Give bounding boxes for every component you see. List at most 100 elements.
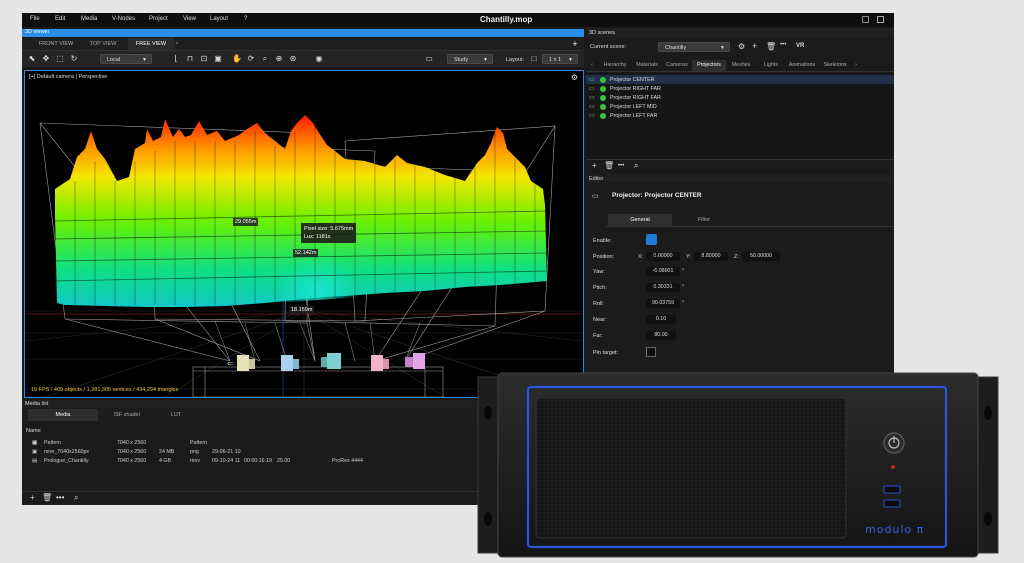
tab-top-view[interactable]: TOP VIEW <box>82 38 124 50</box>
pin-target-checkbox[interactable] <box>646 347 656 357</box>
pixel-info-tooltip: Pixel size: 5.675mm Lux: 1181x <box>301 223 357 243</box>
trash-icon[interactable]: 🗑 <box>604 161 614 170</box>
select-icon[interactable]: ⬉ <box>27 54 37 64</box>
focus-icon[interactable]: ⊛ <box>288 54 298 64</box>
search-icon[interactable]: ⌕ <box>74 493 78 503</box>
tab-materials[interactable]: Materials <box>632 60 662 71</box>
tab-projectors[interactable]: Projectors <box>692 60 726 71</box>
tab-meshes[interactable]: Meshes <box>726 60 756 71</box>
yaw-field[interactable]: -6.08001 <box>646 267 680 276</box>
mode-dropdown[interactable]: Study ▼ <box>447 54 493 64</box>
zoom-fit-icon[interactable]: ⊕ <box>274 54 284 64</box>
menu-edit[interactable]: Edit <box>55 16 65 22</box>
near-field[interactable]: 0.10 <box>646 315 676 324</box>
scene-tabs: ‹ Hierarchy Materials Cameras Projectors… <box>586 60 894 72</box>
position-y-field[interactable]: 8.80000 <box>694 252 728 261</box>
rotate-icon[interactable]: ↻ <box>69 54 79 64</box>
tab-media[interactable]: Media <box>28 409 98 421</box>
chevron-right-icon[interactable]: › <box>852 60 860 71</box>
maximize-icon[interactable] <box>877 16 884 23</box>
far-field[interactable]: 80.00 <box>646 331 676 340</box>
enabled-status-icon[interactable] <box>600 112 606 119</box>
more-icon[interactable]: ••• <box>618 163 624 169</box>
vr-button[interactable]: VR <box>796 43 804 49</box>
media-date: 29-06-21 10 <box>212 449 241 455</box>
add-tab-icon[interactable]: + <box>570 38 580 50</box>
media-name: Prologue_Chantilly <box>44 458 89 464</box>
frame-icon[interactable]: ⊡ <box>199 54 209 64</box>
add-icon[interactable]: + <box>752 41 757 51</box>
search-icon[interactable]: ⌕ <box>634 161 638 171</box>
roll-field[interactable]: 90.03759 <box>646 299 680 308</box>
space-dropdown[interactable]: Local ▼ <box>100 54 152 64</box>
list-item[interactable]: ▭ Projector RIGHT FAR <box>586 93 894 102</box>
trash-icon[interactable]: 🗑 <box>42 493 52 502</box>
tab-cameras[interactable]: Cameras <box>662 60 692 71</box>
gear-icon[interactable]: ⚙ <box>738 42 745 51</box>
measure-label: 29.055m <box>233 218 259 226</box>
tab-isf-shader[interactable]: ISF shader <box>100 409 154 421</box>
pitch-field[interactable]: 0.30331 <box>646 283 680 292</box>
tab-skeletons[interactable]: Skeletons <box>820 60 850 71</box>
tab-front-view[interactable]: FRONT VIEW <box>32 38 80 50</box>
tab-lut[interactable]: LUT <box>156 409 196 421</box>
tab-lights[interactable]: Lights <box>758 60 784 71</box>
tab-general[interactable]: General <box>608 214 672 226</box>
camera-icon[interactable]: ◉ <box>314 54 324 64</box>
menu-view[interactable]: View <box>183 16 196 22</box>
snap-icon[interactable]: ⌊ <box>171 54 181 64</box>
trash-icon[interactable]: 🗑 <box>766 42 776 51</box>
chevron-left-icon[interactable]: ‹ <box>588 60 596 71</box>
media-name: mire_7040x2560px <box>44 449 90 455</box>
measure-label: 18.159m <box>289 306 315 314</box>
menu-project[interactable]: Project <box>149 16 168 22</box>
viewport-settings-icon[interactable]: ⚙ <box>571 73 578 82</box>
hand-icon[interactable]: ✋ <box>232 54 242 64</box>
media-format: Pattern <box>190 440 208 446</box>
3d-viewport[interactable]: ⇐ [+] Default camera | Perspective ⚙ 29.… <box>24 70 584 398</box>
position-x-field[interactable]: 0.00000 <box>646 252 680 261</box>
object-icon[interactable]: ▣ <box>213 54 223 64</box>
restore-icon[interactable] <box>862 16 869 23</box>
enable-checkbox[interactable] <box>646 234 657 245</box>
more-icon[interactable]: ••• <box>56 493 64 502</box>
projector-name: Projector RIGHT FAR <box>610 85 661 92</box>
list-item[interactable]: ▭ Projector RIGHT FAR <box>586 84 894 93</box>
menu-vnodes[interactable]: V-Nodes <box>112 16 135 22</box>
current-scene-label: Current scene: <box>590 44 627 50</box>
list-item[interactable]: ▭ Projector CENTER <box>586 75 894 84</box>
enabled-status-icon[interactable] <box>600 94 606 101</box>
menu-layout[interactable]: Layout <box>210 16 228 22</box>
tab-filter[interactable]: Filter <box>672 214 736 226</box>
orbit-icon[interactable]: ⟳ <box>246 54 256 64</box>
projector-view-icon[interactable]: ▭ <box>422 54 436 64</box>
menu-help[interactable]: ? <box>244 16 247 22</box>
position-z-field[interactable]: 50.00000 <box>742 252 780 261</box>
enabled-status-icon[interactable] <box>600 85 606 92</box>
media-format: png <box>190 449 199 455</box>
zoom-icon[interactable]: ⌕ <box>260 54 270 64</box>
layout-dropdown[interactable]: 1 x 1 ▼ <box>542 54 578 64</box>
move-icon[interactable]: ✥ <box>41 54 51 64</box>
tab-free-view[interactable]: FREE VIEW <box>128 38 174 50</box>
close-tab-icon[interactable]: × <box>172 38 182 50</box>
list-item[interactable]: ▭ Projector LEFT FAR <box>586 111 894 120</box>
svg-text:⇐: ⇐ <box>227 359 234 368</box>
current-scene-dropdown[interactable]: Chantilly ▼ <box>658 42 730 52</box>
scale-icon[interactable]: ⬚ <box>55 54 65 64</box>
menu-file[interactable]: File <box>30 16 40 22</box>
more-icon[interactable]: ••• <box>780 42 786 48</box>
menu-media[interactable]: Media <box>81 16 97 22</box>
media-name-column-header[interactable]: Name <box>26 428 41 434</box>
pin-target-label: Pin target: <box>593 350 619 356</box>
tab-animations[interactable]: Animations <box>784 60 820 71</box>
enabled-status-icon[interactable] <box>600 76 606 83</box>
add-icon[interactable]: + <box>592 161 597 170</box>
add-icon[interactable]: + <box>30 493 35 502</box>
tab-hierarchy[interactable]: Hierarchy <box>598 60 632 71</box>
list-item[interactable]: ▭ Projector LEFT MID <box>586 102 894 111</box>
align-icon[interactable]: ⊓ <box>185 54 195 64</box>
media-resolution: 7040 x 2560 <box>117 440 147 446</box>
layout-grid-icon[interactable]: □ <box>529 54 539 64</box>
enabled-status-icon[interactable] <box>600 103 606 110</box>
